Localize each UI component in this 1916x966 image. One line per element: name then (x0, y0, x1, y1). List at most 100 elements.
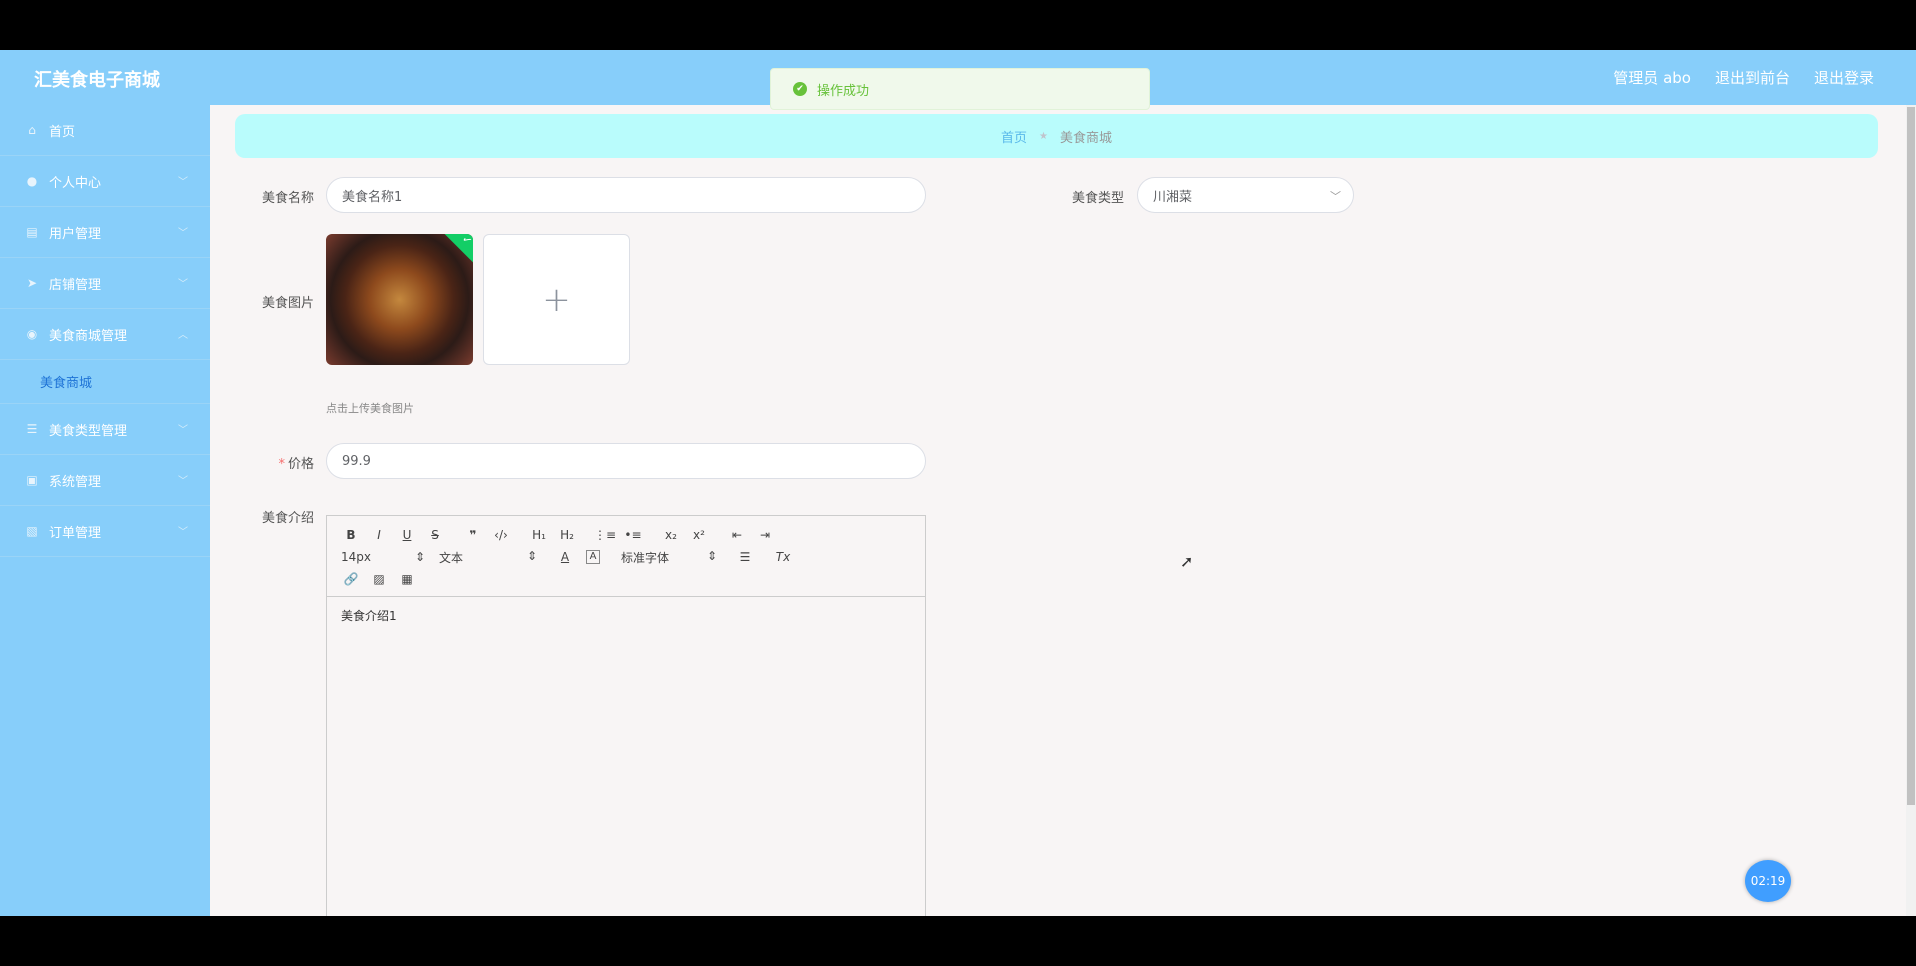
food-intro-label: 美食介绍 (261, 511, 314, 526)
price-label: * 价格 (234, 453, 314, 472)
home-icon: ⌂ (28, 123, 36, 137)
sidebar-subitem-label: 美食商城 (40, 376, 93, 391)
brand-title: 汇美食电子商城 (34, 70, 160, 91)
link-icon[interactable]: 🔗 (337, 572, 365, 586)
food-image-label: 美食图片 (261, 296, 314, 311)
image-upload-hint: 点击上传美食图片 (326, 402, 414, 415)
food-type-value: 川湘菜 (1153, 189, 1193, 205)
sidebar-item-label: 用户管理 (49, 226, 102, 242)
chevron-down-icon: ﹀ (178, 476, 188, 487)
indent-icon[interactable]: ⇥ (751, 528, 779, 542)
breadcrumb-current: 美食商城 (1059, 130, 1112, 146)
select-arrows-icon: ⇕ (706, 548, 717, 563)
ordered-list-icon[interactable]: ⋮≡ (591, 528, 619, 542)
success-check-icon: ✔ (793, 82, 807, 96)
sidebar-item-label: 美食商城管理 (49, 328, 128, 344)
plus-icon: + (542, 279, 571, 320)
header-select[interactable]: 文本 ⇕ (439, 549, 537, 566)
sidebar-item-user-management[interactable]: ▤ 用户管理 ﹀ (0, 207, 210, 258)
heading1-icon[interactable]: H₁ (525, 528, 553, 542)
chart-icon: ▤ (26, 225, 38, 239)
user-icon: ● (26, 174, 38, 188)
breadcrumb-home-link[interactable]: 首页 (1001, 127, 1027, 146)
sidebar-item-food-type-management[interactable]: ☰ 美食类型管理 ﹀ (0, 404, 210, 455)
food-type-label: 美食类型 (1071, 191, 1124, 206)
font-family-select[interactable]: 标准字体 ⇕ (621, 549, 717, 566)
chevron-down-icon: ﹀ (178, 228, 188, 239)
sidebar-item-home[interactable]: ⌂ 首页 (0, 105, 210, 156)
header-actions: 管理员 abo 退出到前台 退出登录 (1613, 67, 1874, 88)
video-icon[interactable]: ▦ (393, 572, 421, 586)
image-upload-button[interactable]: + (483, 234, 630, 365)
sidebar-subitem-food-mall[interactable]: 美食商城 (0, 360, 210, 404)
outdent-icon[interactable]: ⇤ (723, 528, 751, 542)
list-icon: ☰ (26, 422, 38, 436)
rich-text-editor: B I U S ❞ ‹/› H₁ H₂ ⋮≡ •≡ x₂ x² ⇤ ⇥ 14px… (326, 515, 926, 916)
settings-icon: ▣ (26, 473, 38, 487)
italic-icon[interactable]: I (365, 528, 393, 542)
required-marker: * (278, 457, 285, 472)
sidebar-item-order-management[interactable]: ▧ 订单管理 ﹀ (0, 506, 210, 557)
chevron-up-icon: ︿ (178, 330, 188, 341)
page-scrollbar[interactable] (1906, 105, 1916, 916)
sidebar-item-personal-center[interactable]: ● 个人中心 ﹀ (0, 156, 210, 207)
app-window: 汇美食电子商城 管理员 abo 退出到前台 退出登录 ✔ 操作成功 ⌂ 首页 ●… (0, 50, 1916, 916)
price-label-text: 价格 (287, 457, 314, 472)
chevron-down-icon: ﹀ (178, 177, 188, 188)
location-icon: ➤ (26, 276, 38, 290)
sidebar-item-label: 系统管理 (49, 474, 102, 490)
toast-message: 操作成功 (817, 83, 870, 99)
strikethrough-icon[interactable]: S (421, 528, 449, 542)
scrollbar-thumb[interactable] (1907, 107, 1915, 805)
logout-link[interactable]: 退出登录 (1814, 67, 1874, 88)
select-arrows-icon: ⇕ (414, 550, 425, 564)
sidebar-item-label: 个人中心 (49, 175, 102, 191)
food-name-value: 美食名称1 (342, 189, 403, 205)
align-icon[interactable]: ☰ (731, 550, 759, 564)
upload-success-icon: ✓ (442, 234, 473, 265)
superscript-icon[interactable]: x² (685, 528, 713, 542)
food-name-label: 美食名称 (261, 191, 314, 206)
editor-toolbar: B I U S ❞ ‹/› H₁ H₂ ⋮≡ •≡ x₂ x² ⇤ ⇥ 14px… (327, 516, 925, 597)
uploaded-food-image[interactable]: ✓ (326, 234, 473, 365)
sidebar-item-food-mall-management[interactable]: ◉ 美食商城管理 ︿ (0, 309, 210, 360)
breadcrumb-separator-icon: ★ (1039, 130, 1048, 142)
exit-to-front-link[interactable]: 退出到前台 (1715, 67, 1790, 88)
food-type-select[interactable]: 川湘菜 ﹀ (1137, 177, 1354, 213)
price-value: 99.9 (342, 453, 371, 469)
sidebar-item-label: 首页 (49, 124, 76, 140)
sidebar-item-store-management[interactable]: ➤ 店铺管理 ﹀ (0, 258, 210, 309)
code-block-icon[interactable]: ‹/› (487, 528, 515, 542)
chevron-down-icon: ﹀ (1330, 190, 1341, 203)
sidebar: ⌂ 首页 ● 个人中心 ﹀ ▤ 用户管理 ﹀ ➤ 店铺管理 ﹀ ◉ 美食商城管理… (0, 105, 210, 916)
subscript-icon[interactable]: x₂ (657, 528, 685, 542)
sidebar-item-label: 店铺管理 (49, 277, 102, 293)
image-icon[interactable]: ▨ (365, 572, 393, 586)
intro-text: 美食介绍1 (341, 609, 397, 623)
header-value: 文本 (439, 550, 464, 565)
chevron-down-icon: ﹀ (178, 425, 188, 436)
order-icon: ▧ (26, 524, 38, 538)
editor-content[interactable]: 美食介绍1 (327, 597, 925, 634)
clear-format-icon[interactable]: Tx (769, 550, 797, 564)
heading2-icon[interactable]: H₂ (553, 528, 581, 542)
blockquote-icon[interactable]: ❞ (459, 528, 487, 542)
font-size-select[interactable]: 14px ⇕ (341, 550, 425, 564)
bold-icon[interactable]: B (337, 528, 365, 542)
admin-label: 管理员 abo (1613, 69, 1691, 87)
bullet-list-icon[interactable]: •≡ (619, 528, 647, 542)
background-color-icon[interactable]: A (586, 550, 600, 564)
food-name-input[interactable]: 美食名称1 (326, 177, 926, 213)
mouse-cursor-icon: ➚ (1180, 552, 1194, 571)
breadcrumb: 首页 ★ 美食商城 (235, 114, 1878, 158)
sidebar-item-system-management[interactable]: ▣ 系统管理 ﹀ (0, 455, 210, 506)
select-arrows-icon: ⇕ (526, 548, 537, 563)
underline-icon[interactable]: U (393, 528, 421, 542)
font-family-value: 标准字体 (621, 550, 670, 565)
price-input[interactable]: 99.9 (326, 443, 926, 479)
text-color-icon[interactable]: A (551, 550, 579, 564)
success-toast: ✔ 操作成功 (770, 68, 1150, 110)
shop-icon: ◉ (26, 327, 38, 341)
timer-badge[interactable]: 02:19 (1745, 860, 1791, 902)
chevron-down-icon: ﹀ (178, 279, 188, 290)
